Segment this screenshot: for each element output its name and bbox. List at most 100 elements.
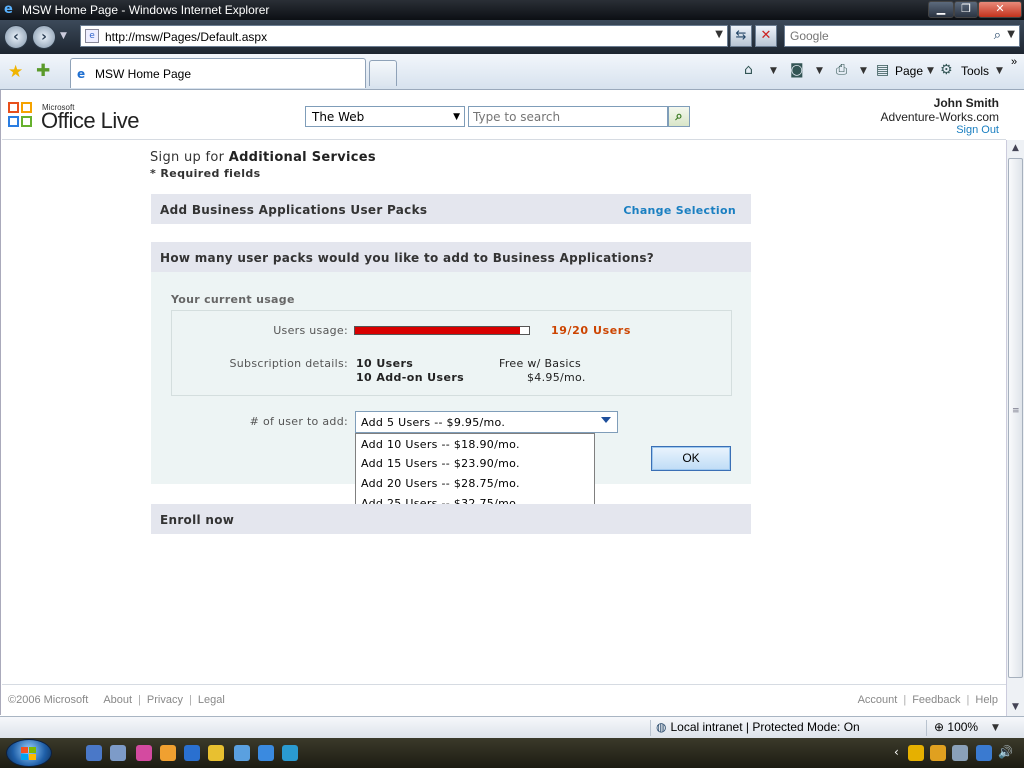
users-to-add-select[interactable]: Add 5 Users -- $9.95/mo.: [355, 411, 618, 433]
feeds-icon[interactable]: ◙: [790, 62, 804, 78]
address-bar[interactable]: e http://msw/Pages/Default.aspx ▼: [80, 25, 728, 47]
section-enroll-now: Enroll now: [151, 504, 751, 534]
zoom-dropdown-icon[interactable]: ▼: [992, 723, 999, 733]
office-live-logo[interactable]: Microsoft Office Live: [8, 100, 148, 134]
search-scope-select[interactable]: The Web ▼: [305, 106, 465, 127]
footer-link-legal[interactable]: Legal: [198, 694, 225, 706]
search-icon[interactable]: ⌕: [994, 28, 1001, 43]
user-name: John Smith: [933, 96, 999, 110]
scroll-down-icon[interactable]: ▼: [1007, 699, 1024, 716]
tools-menu-dropdown-icon[interactable]: ▼: [996, 66, 1003, 76]
header-divider: [2, 139, 1006, 140]
page-menu-dropdown-icon[interactable]: ▼: [927, 66, 934, 76]
page-icon[interactable]: ▤: [876, 62, 889, 78]
tray-icon[interactable]: [908, 745, 924, 761]
option-item[interactable]: Add 15 Users -- $23.90/mo.: [361, 457, 520, 470]
change-selection-link[interactable]: Change Selection: [623, 204, 736, 217]
site-search-box[interactable]: [468, 106, 668, 127]
sign-out-link[interactable]: Sign Out: [956, 124, 999, 136]
volume-icon[interactable]: 🔊: [998, 745, 1013, 759]
page-menu[interactable]: Page: [895, 64, 923, 78]
sync-icon[interactable]: [282, 745, 298, 761]
usage-title: Your current usage: [171, 293, 295, 306]
outlook-icon[interactable]: [160, 745, 176, 761]
windows-flag-icon: [21, 747, 36, 760]
user-domain: Adventure-Works.com: [880, 110, 999, 124]
users-usage-label: Users usage:: [273, 324, 348, 337]
search-icon: ⌕: [675, 109, 683, 124]
explorer-folder-icon[interactable]: [208, 745, 224, 761]
users-usage-fill: [355, 327, 520, 334]
page-icon: e: [85, 29, 99, 43]
feeds-dropdown-icon[interactable]: ▼: [816, 66, 823, 76]
site-search-button[interactable]: ⌕: [668, 106, 690, 127]
search-provider-dropdown-icon[interactable]: ▼: [1007, 29, 1015, 40]
refresh-button[interactable]: ⇆: [730, 25, 752, 47]
tools-icon[interactable]: [234, 745, 250, 761]
page-scrollbar[interactable]: ▲ ≡ ▼: [1006, 140, 1024, 716]
show-desktop-icon[interactable]: [86, 745, 102, 761]
app-flower-icon[interactable]: [136, 745, 152, 761]
footer-link-feedback[interactable]: Feedback: [912, 694, 960, 706]
maximize-button[interactable]: ❐: [954, 1, 978, 18]
option-item[interactable]: Add 20 Users -- $28.75/mo.: [361, 477, 520, 490]
office-logo-icon: [8, 100, 36, 132]
scroll-up-icon[interactable]: ▲: [1007, 140, 1024, 157]
tray-icon[interactable]: [930, 745, 946, 761]
print-dropdown-icon[interactable]: ▼: [860, 66, 867, 76]
tray-icon[interactable]: [952, 745, 968, 761]
recent-pages-dropdown-icon[interactable]: ▼: [60, 31, 67, 41]
option-item[interactable]: Add 10 Users -- $18.90/mo.: [361, 438, 520, 451]
network-icon[interactable]: [976, 745, 992, 761]
address-url: http://msw/Pages/Default.aspx: [105, 30, 268, 44]
scroll-thumb[interactable]: ≡: [1008, 158, 1023, 678]
enroll-now-label: Enroll now: [160, 513, 235, 527]
ok-button[interactable]: OK: [651, 446, 731, 471]
switch-windows-icon[interactable]: [110, 745, 126, 761]
back-button[interactable]: ‹: [4, 25, 28, 49]
home-dropdown-icon[interactable]: ▼: [770, 66, 777, 76]
required-fields-note: * Required fields: [150, 167, 261, 180]
subscription-users: 10 Users: [356, 357, 414, 370]
footer-link-help[interactable]: Help: [975, 694, 998, 706]
footer-link-privacy[interactable]: Privacy: [147, 694, 183, 706]
security-zone[interactable]: ◍ Local intranet | Protected Mode: On: [656, 720, 860, 734]
status-bar: ◍ Local intranet | Protected Mode: On ⊕ 1…: [0, 716, 1024, 738]
tab-msw-home[interactable]: e MSW Home Page: [70, 58, 366, 88]
tools-gear-icon[interactable]: ⚙: [940, 62, 953, 78]
start-button[interactable]: [6, 739, 52, 767]
grip-icon: ≡: [1012, 406, 1020, 416]
minimize-button[interactable]: ▁: [928, 1, 954, 18]
users-usage-count: 19/20 Users: [551, 324, 631, 337]
footer-link-account[interactable]: Account: [858, 694, 898, 706]
tab-page-icon: e: [77, 67, 86, 81]
footer-right: Account | Feedback | Help: [857, 694, 998, 706]
more-commands-chevron-icon[interactable]: »: [1011, 56, 1017, 68]
new-tab-button[interactable]: [369, 60, 397, 86]
security-zone-text: Local intranet | Protected Mode: On: [670, 720, 860, 734]
print-icon[interactable]: ⎙: [836, 62, 847, 78]
tab-command-bar: ★ ✚ e MSW Home Page ⌂ ▼ ◙ ▼ ⎙ ▼ ▤ Page ▼…: [0, 54, 1024, 90]
close-window-button[interactable]: ✕: [978, 1, 1022, 18]
internet-explorer-icon[interactable]: [258, 745, 274, 761]
forward-button[interactable]: ›: [32, 25, 56, 49]
favorites-star-icon[interactable]: ★: [8, 62, 23, 82]
browser-search-input[interactable]: [785, 26, 985, 46]
site-search-input[interactable]: [469, 107, 667, 126]
status-separator: [926, 720, 927, 736]
subscription-users-price: Free w/ Basics: [499, 357, 582, 370]
logo-office-live-text: Office Live: [41, 108, 140, 133]
footer-divider: [2, 684, 1006, 685]
zoom-level[interactable]: ⊕ 100%: [934, 720, 978, 734]
browser-search-box[interactable]: ⌕ ▼: [784, 25, 1020, 47]
subscription-details-label: Subscription details:: [229, 357, 348, 370]
footer-link-about[interactable]: About: [103, 694, 132, 706]
home-icon[interactable]: ⌂: [744, 62, 753, 78]
address-dropdown-icon[interactable]: ▼: [715, 29, 723, 40]
stop-button[interactable]: ✕: [755, 25, 777, 47]
tray-expand-icon[interactable]: ‹: [894, 745, 899, 759]
add-favorite-icon[interactable]: ✚: [36, 61, 50, 81]
tools-menu[interactable]: Tools: [961, 64, 989, 78]
media-player-icon[interactable]: [184, 745, 200, 761]
taskbar: ‹ 🔊: [0, 738, 1024, 768]
